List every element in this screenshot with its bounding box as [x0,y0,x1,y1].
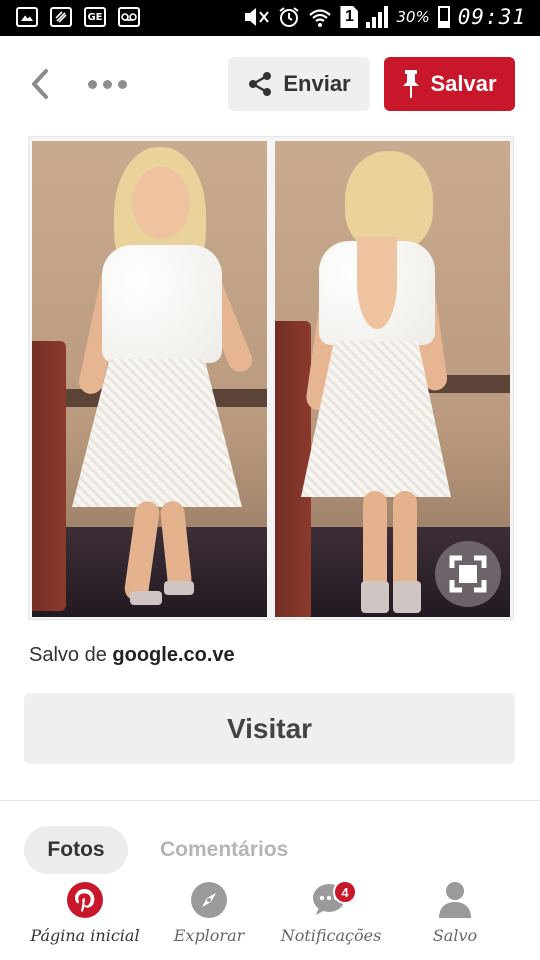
pin-source: Salvo de google.co.ve [29,644,235,667]
nav-notifications[interactable]: 4 Notificações [266,878,396,960]
save-button-label: Salvar [430,71,497,96]
alarm-icon [279,7,300,27]
section-divider [0,800,540,801]
sim-badge-label: GE [87,11,103,23]
signal-icon [366,6,389,28]
nav-home[interactable]: Página inicial [20,878,150,960]
sim-slot-label: 1 [344,8,354,25]
share-icon [249,72,272,96]
status-bar: GE 1 30% 09:31 [0,0,540,36]
compass-icon [191,882,227,918]
chevron-left-icon [32,69,48,99]
source-prefix: Salvo de [29,644,107,666]
wifi-icon [309,9,332,27]
status-left-icons: GE [16,7,140,27]
pin-image[interactable] [28,136,514,620]
nav-home-label: Página inicial [30,926,140,945]
nav-explore[interactable]: Explorar [144,878,274,960]
nav-explore-label: Explorar [173,926,245,945]
gallery-icon [16,7,38,27]
source-domain-link[interactable]: google.co.ve [112,644,234,666]
save-button[interactable]: Salvar [384,57,515,111]
tab-comentarios[interactable]: Comentários [160,826,310,874]
tab-comentarios-label: Comentários [160,838,289,861]
tab-fotos-label: Fotos [47,838,105,861]
back-button[interactable] [20,64,60,104]
sim-icon: GE [84,7,106,27]
sim-slot-icon: 1 [340,6,359,28]
battery-icon [437,6,450,28]
nav-saved[interactable]: Salvo [390,878,520,960]
more-options-button[interactable] [88,70,127,98]
tab-fotos[interactable]: Fotos [24,826,128,874]
notification-badge: 4 [333,880,357,904]
pin-icon [403,70,420,98]
bottom-navigation: Página inicial Explorar 4 Notificações S… [0,878,540,960]
nav-notifications-label: Notificações [280,926,382,945]
mute-icon [245,8,270,26]
expand-icon [449,555,487,593]
clock: 09:31 [457,5,526,29]
voicemail-icon [118,7,140,27]
expand-image-button[interactable] [435,541,501,607]
pinterest-logo-icon [67,882,103,918]
visit-button-label: Visitar [226,712,313,744]
send-button-label: Enviar [283,71,351,96]
app-root: GE 1 30% 09:31 Enviar Salvar Salvo de go… [0,0,540,960]
send-button[interactable]: Enviar [228,57,370,111]
battery-percent: 30% [396,8,430,26]
status-right-icons: 1 30% 09:31 [242,5,526,29]
nav-saved-label: Salvo [432,926,478,945]
pin-image-front-view [32,141,267,617]
visit-button[interactable]: Visitar [24,693,515,764]
profile-icon [439,882,471,918]
nfc-icon [50,7,72,27]
more-dots-icon [88,79,97,89]
